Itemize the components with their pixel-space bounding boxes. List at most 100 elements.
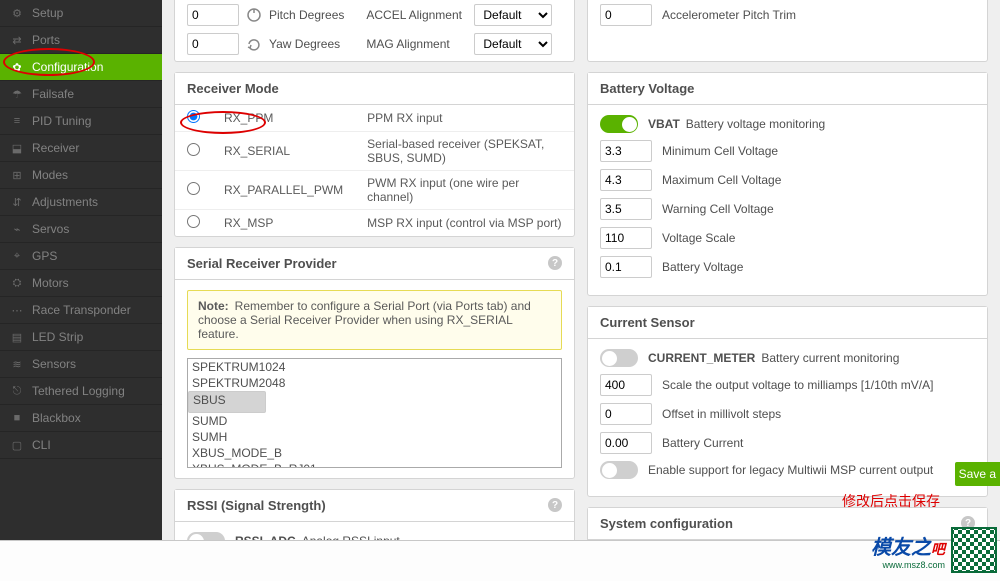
accel-align-select[interactable]: Default — [474, 4, 552, 26]
help-icon[interactable]: ? — [548, 498, 562, 512]
sidebar-item-setup[interactable]: ⚙ Setup — [0, 0, 162, 27]
srp-option[interactable]: SBUS — [188, 391, 266, 413]
current-meter-desc: Battery current monitoring — [761, 351, 899, 365]
battery-title: Battery Voltage — [600, 81, 694, 96]
rx-option-name: RX_MSP — [212, 210, 355, 237]
receiver-mode-title: Receiver Mode — [187, 81, 279, 96]
sidebar-item-label: PID Tuning — [32, 114, 91, 128]
rx-option-name: RX_PPM — [212, 105, 355, 132]
sidebar-icon: ⋯ — [10, 304, 24, 317]
sidebar-item-led-strip[interactable]: ▤ LED Strip — [0, 324, 162, 351]
yaw-icon — [245, 35, 263, 53]
rx-option-desc: PPM RX input — [355, 105, 574, 132]
sidebar-icon: ≋ — [10, 358, 24, 371]
sidebar-icon: ✿ — [10, 61, 24, 74]
sidebar-item-label: Failsafe — [32, 87, 74, 101]
sidebar-item-receiver[interactable]: ⬓ Receiver — [0, 135, 162, 162]
srp-option[interactable]: XBUS_MODE_B_RJ01 — [188, 461, 561, 468]
srp-option[interactable]: SPEKTRUM2048 — [188, 375, 561, 391]
sidebar-icon: ⌁ — [10, 223, 24, 236]
sidebar-item-blackbox[interactable]: ■Blackbox — [0, 405, 162, 432]
srp-listbox[interactable]: SPEKTRUM1024SPEKTRUM2048SBUSSUMDSUMHXBUS… — [187, 358, 562, 468]
sidebar-icon: ▤ — [10, 331, 24, 344]
sidebar-item-modes[interactable]: ⊞Modes — [0, 162, 162, 189]
batt-minimum-cell-voltage-input[interactable] — [600, 140, 652, 162]
sidebar-icon: ⊞ — [10, 169, 24, 182]
sidebar-item-gps[interactable]: ⌖ GPS — [0, 243, 162, 270]
sidebar-item-ports[interactable]: ⇄Ports — [0, 27, 162, 54]
sidebar-item-servos[interactable]: ⌁Servos — [0, 216, 162, 243]
batt-row-label: Minimum Cell Voltage — [662, 144, 778, 158]
sidebar-item-race-transponder[interactable]: ⋯Race Transponder — [0, 297, 162, 324]
srp-option[interactable]: XBUS_MODE_B — [188, 445, 561, 461]
current-title: Current Sensor — [600, 315, 695, 330]
batt-warning-cell-voltage-input[interactable] — [600, 198, 652, 220]
curr-input[interactable] — [600, 403, 652, 425]
sidebar-item-pid-tuning[interactable]: ≡PID Tuning — [0, 108, 162, 135]
sidebar-item-failsafe[interactable]: ☂Failsafe — [0, 81, 162, 108]
rx-radio-rx_msp[interactable] — [187, 215, 200, 228]
current-meter-toggle[interactable] — [600, 349, 638, 367]
vbat-desc: Battery voltage monitoring — [686, 117, 825, 131]
batt-maximum-cell-voltage-input[interactable] — [600, 169, 652, 191]
save-button[interactable]: Save a — [955, 462, 1000, 486]
rssi-name: RSSI_ADC — [235, 534, 296, 540]
sidebar-icon: ⌖ — [10, 250, 24, 263]
sidebar-item-tethered-logging[interactable]: ⎋Tethered Logging — [0, 378, 162, 405]
vbat-name: VBAT — [648, 117, 680, 131]
sidebar-item-label: Tethered Logging — [32, 384, 125, 398]
sidebar-icon: ⬓ — [10, 142, 24, 155]
sidebar-item-label: Setup — [32, 6, 63, 20]
srp-option[interactable]: SPEKTRUM1024 — [188, 359, 561, 375]
mag-align-select[interactable]: Default — [474, 33, 552, 55]
note-label: Note: — [198, 299, 229, 313]
qr-code — [951, 527, 997, 573]
sidebar-item-adjustments[interactable]: ⇵ Adjustments — [0, 189, 162, 216]
curr-input[interactable] — [600, 374, 652, 396]
sidebar-icon: ⇵ — [10, 196, 24, 209]
sidebar-item-motors[interactable]: ⛭ Motors — [0, 270, 162, 297]
sidebar-icon: ⇄ — [10, 34, 24, 47]
batt-row-label: Voltage Scale — [662, 231, 735, 245]
acc-pitch-trim-input[interactable] — [600, 4, 652, 26]
sidebar-item-sensors[interactable]: ≋Sensors — [0, 351, 162, 378]
sidebar-item-label: GPS — [32, 249, 57, 263]
sidebar-item-label: Adjustments — [32, 195, 98, 209]
rssi-adc-toggle[interactable] — [187, 532, 225, 540]
sidebar-item-cli[interactable]: ▢CLI — [0, 432, 162, 459]
legacy-msp-toggle[interactable] — [600, 461, 638, 479]
sidebar-item-label: Receiver — [32, 141, 79, 155]
rssi-desc: Analog RSSI input — [302, 534, 400, 540]
srp-option[interactable]: SUMD — [188, 413, 561, 429]
rx-option-desc: PWM RX input (one wire per channel) — [355, 171, 574, 210]
srp-title: Serial Receiver Provider — [187, 256, 337, 271]
batt-row-label: Warning Cell Voltage — [662, 202, 774, 216]
rx-radio-rx_serial[interactable] — [187, 143, 200, 156]
srp-option[interactable]: SUMH — [188, 429, 561, 445]
sidebar-icon: ⛭ — [10, 277, 24, 290]
batt-battery-voltage-input — [600, 256, 652, 278]
watermark: 模友之吧 www.msz8.com — [871, 527, 997, 573]
rx-radio-rx_parallel_pwm[interactable] — [187, 182, 200, 195]
yaw-degrees-input[interactable] — [187, 33, 239, 55]
yaw-degrees-label: Yaw Degrees — [269, 37, 340, 51]
mag-align-label: MAG Alignment — [366, 37, 466, 51]
sidebar-icon: ⚙ — [10, 7, 24, 20]
help-icon[interactable]: ? — [548, 256, 562, 270]
sidebar-item-configuration[interactable]: ✿ Configuration — [0, 54, 162, 81]
batt-voltage-scale-input[interactable] — [600, 227, 652, 249]
sidebar-item-label: Motors — [32, 276, 69, 290]
rssi-title: RSSI (Signal Strength) — [187, 498, 326, 513]
rx-option-desc: Serial-based receiver (SPEKSAT, SBUS, SU… — [355, 132, 574, 171]
srp-note: Remember to configure a Serial Port (via… — [198, 299, 531, 341]
legacy-msp-label: Enable support for legacy Multiwii MSP c… — [648, 463, 933, 477]
sidebar-item-label: LED Strip — [32, 330, 83, 344]
system-title: System configuration — [600, 516, 733, 531]
receiver-mode-table: RX_PPMPPM RX inputRX_SERIALSerial-based … — [175, 105, 574, 236]
sidebar-item-label: Configuration — [32, 60, 103, 74]
rx-option-desc: MSP RX input (control via MSP port) — [355, 210, 574, 237]
vbat-toggle[interactable] — [600, 115, 638, 133]
rx-option-name: RX_SERIAL — [212, 132, 355, 171]
pitch-degrees-input[interactable] — [187, 4, 239, 26]
rx-radio-rx_ppm[interactable] — [187, 110, 200, 123]
